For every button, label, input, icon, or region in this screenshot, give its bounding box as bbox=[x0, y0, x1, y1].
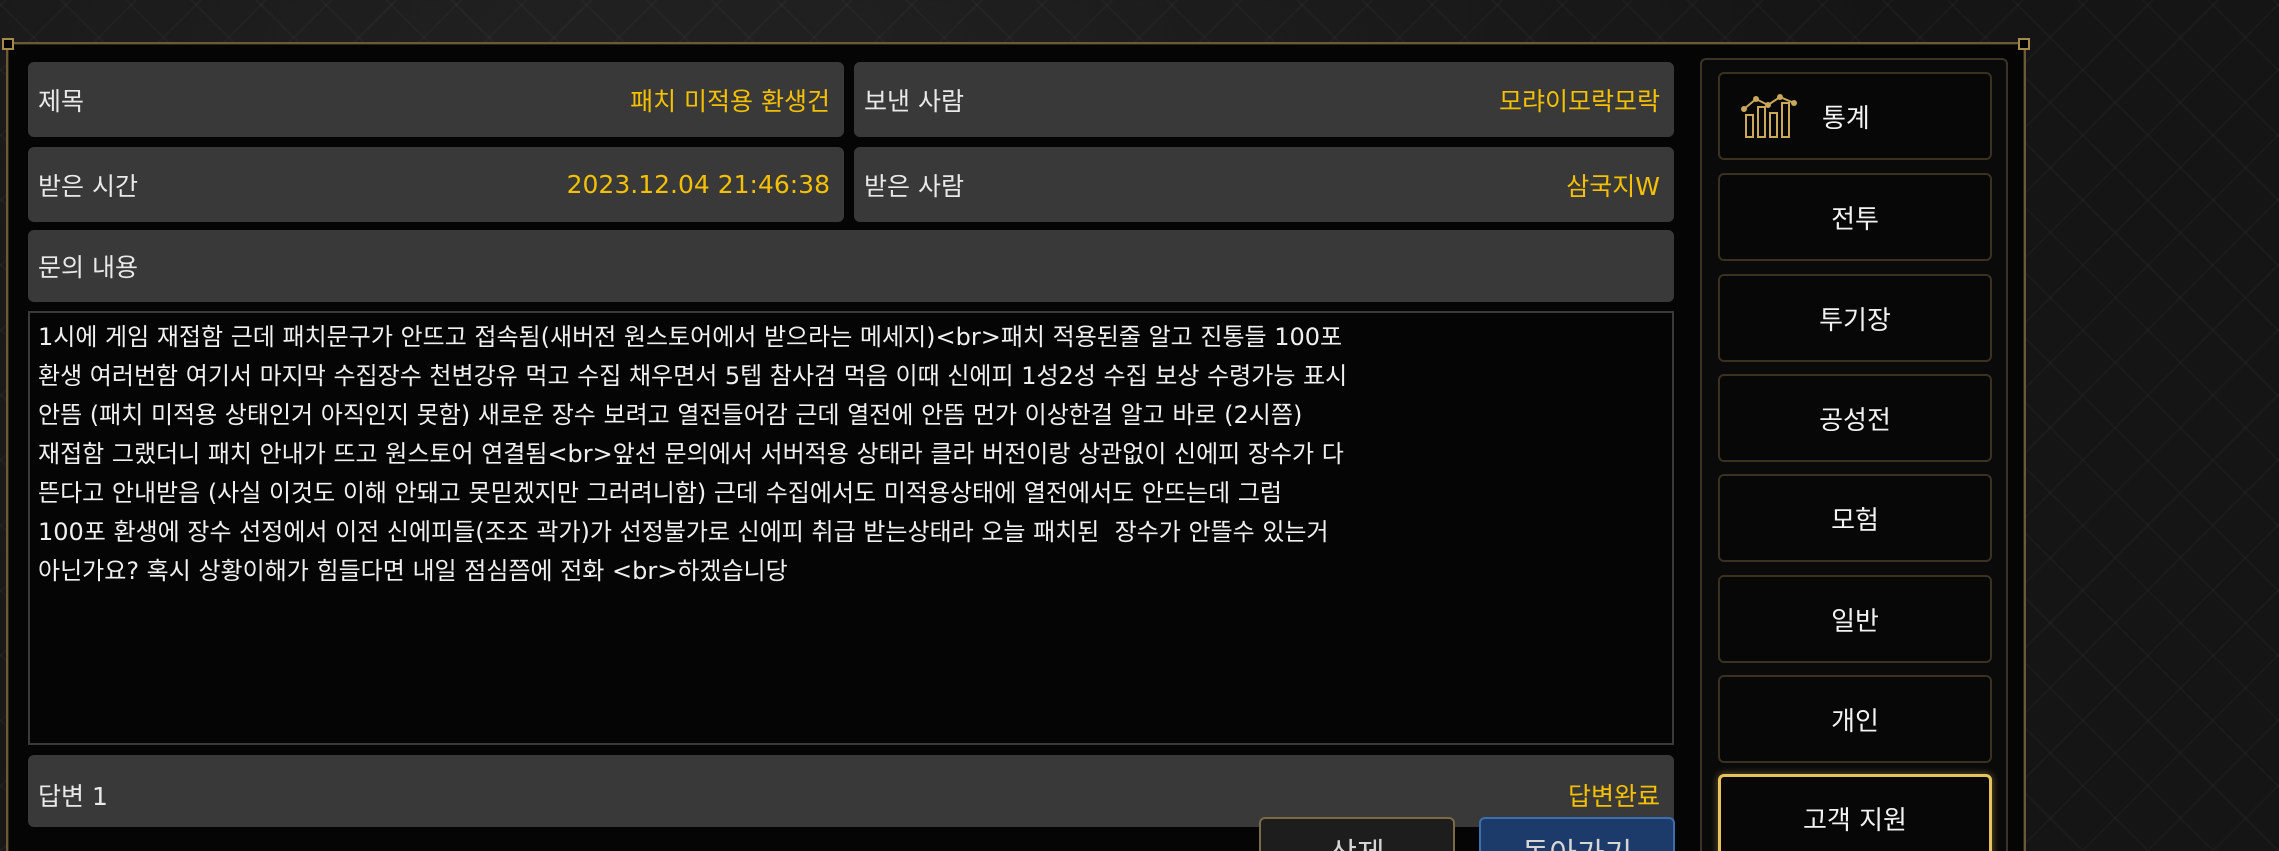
recipient-label: 받은 사람 bbox=[864, 171, 964, 201]
sender-label: 보낸 사람 bbox=[864, 86, 964, 116]
sidebar-item-label: 고객 지원 bbox=[1803, 805, 1907, 836]
sidebar-item-adventure[interactable]: 모험 bbox=[1718, 474, 1992, 562]
inquiry-label: 문의 내용 bbox=[38, 253, 138, 282]
sender-value: 모랴이모락모락 bbox=[1498, 86, 1660, 116]
sidebar-item-label: 모험 bbox=[1831, 505, 1879, 536]
delete-button[interactable]: 삭제 bbox=[1259, 817, 1455, 851]
recipient-row: 받은 사람 삼국지W bbox=[854, 147, 1674, 222]
sidebar-item-label: 전투 bbox=[1831, 204, 1879, 235]
inquiry-header: 문의 내용 bbox=[28, 230, 1674, 302]
sidebar-item-customer-support[interactable]: 고객 지원 bbox=[1718, 774, 1992, 851]
delete-button-label: 삭제 bbox=[1329, 829, 1384, 851]
sidebar-item-battle[interactable]: 전투 bbox=[1718, 173, 1992, 261]
received-time-row: 받은 시간 2023.12.04 21:46:38 bbox=[28, 147, 844, 222]
category-sidebar: 통계 전투 투기장 공성전 모험 일반 개인 고객 지원 bbox=[1700, 58, 2008, 851]
sidebar-item-siege[interactable]: 공성전 bbox=[1718, 374, 1992, 462]
sender-row: 보낸 사람 모랴이모락모락 bbox=[854, 62, 1674, 137]
sidebar-item-label: 투기장 bbox=[1819, 305, 1891, 336]
sidebar-item-label: 공성전 bbox=[1819, 405, 1891, 436]
sidebar-item-label: 일반 bbox=[1831, 606, 1879, 637]
back-button[interactable]: 돌아가기 bbox=[1479, 817, 1675, 851]
sidebar-item-label: 개인 bbox=[1831, 706, 1879, 737]
chart-icon bbox=[1741, 94, 1797, 138]
received-time-value: 2023.12.04 21:46:38 bbox=[566, 170, 830, 199]
received-time-label: 받은 시간 bbox=[38, 171, 138, 201]
frame-corner-ornament bbox=[2, 38, 14, 50]
sidebar-item-general[interactable]: 일반 bbox=[1718, 575, 1992, 663]
inquiry-body[interactable]: 1시에 게임 재접함 근데 패치문구가 안뜨고 접속됨(새버전 원스토어에서 받… bbox=[28, 311, 1674, 745]
sidebar-item-label: 통계 bbox=[1822, 103, 1870, 134]
subject-value: 패치 미적용 환생건 bbox=[630, 86, 830, 116]
recipient-value: 삼국지W bbox=[1566, 171, 1660, 201]
sidebar-item-stats[interactable]: 통계 bbox=[1718, 72, 1992, 160]
subject-label: 제목 bbox=[38, 86, 85, 116]
subject-row: 제목 패치 미적용 환생건 bbox=[28, 62, 844, 137]
answer-status: 답변완료 bbox=[1567, 782, 1660, 811]
frame-corner-ornament bbox=[2018, 38, 2030, 50]
sidebar-item-arena[interactable]: 투기장 bbox=[1718, 274, 1992, 362]
answer-label: 답변 1 bbox=[38, 782, 108, 811]
sidebar-item-personal[interactable]: 개인 bbox=[1718, 675, 1992, 763]
back-button-label: 돌아가기 bbox=[1522, 829, 1632, 851]
